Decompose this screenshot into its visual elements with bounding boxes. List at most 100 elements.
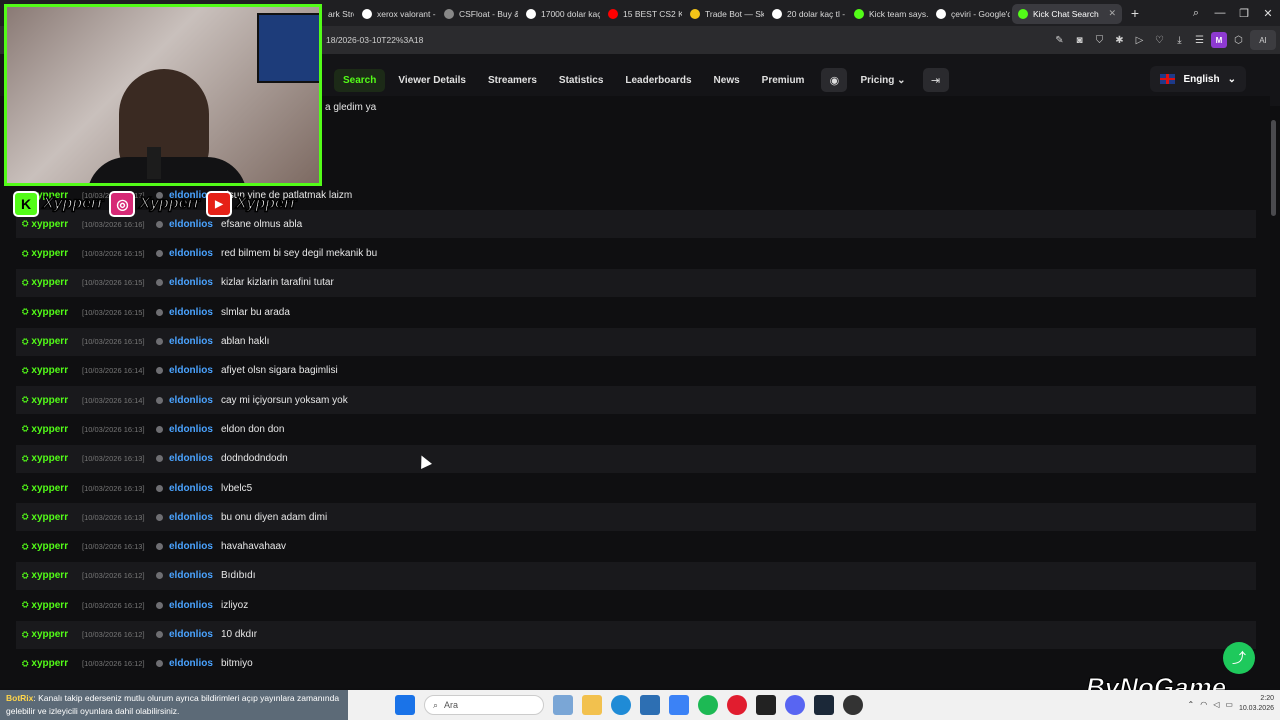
discord-icon[interactable]: ◉ bbox=[821, 68, 848, 92]
chat-row[interactable]: ⛭ xypperr [10/03/2026 16:15] eldonlios ablan… bbox=[16, 327, 1256, 356]
chat-row[interactable]: ⛭ xypperr [10/03/2026 16:12] eldonlios Bıdıb… bbox=[16, 561, 1256, 590]
nav-streamers[interactable]: Streamers bbox=[479, 69, 546, 92]
username[interactable]: eldonlios bbox=[169, 365, 221, 376]
url-field[interactable]: 18/2026-03-10T22%3A18 bbox=[326, 35, 423, 45]
browser-tab[interactable]: Kick Chat Search ✕ bbox=[1012, 3, 1122, 24]
chat-row[interactable]: ⛭ xypperr [10/03/2026 16:12] eldonlios 10 dk… bbox=[16, 620, 1256, 649]
minimize-button[interactable]: — bbox=[1208, 7, 1232, 19]
nav-pricing[interactable]: Pricing ⌄ bbox=[851, 69, 914, 92]
username[interactable]: eldonlios bbox=[169, 219, 221, 230]
nav-statistics[interactable]: Statistics bbox=[550, 69, 612, 92]
chat-row[interactable]: ⛭ xypperr [10/03/2026 16:14] eldonlios afiye… bbox=[16, 357, 1256, 385]
username[interactable]: eldonlios bbox=[169, 453, 221, 464]
chat-row[interactable]: ⛭ xypperr [10/03/2026 16:13] eldonlios bu on… bbox=[16, 503, 1256, 532]
obs-icon[interactable] bbox=[756, 695, 776, 715]
opera-gx-icon[interactable] bbox=[727, 695, 747, 715]
file-explorer-icon[interactable] bbox=[582, 695, 602, 715]
channel-name[interactable]: ⛭xypperr bbox=[16, 219, 82, 230]
settings-icon[interactable]: ⬡ bbox=[1230, 30, 1247, 50]
channel-name[interactable]: ⛭xypperr bbox=[16, 600, 82, 611]
extension-icon[interactable]: ✱ bbox=[1111, 30, 1128, 50]
channel-name[interactable]: ⛭xypperr bbox=[16, 277, 82, 288]
channel-name[interactable]: ⛭xypperr bbox=[16, 307, 82, 318]
close-tab-icon[interactable]: ✕ bbox=[1108, 8, 1116, 19]
channel-name[interactable]: ⛭xypperr bbox=[16, 248, 82, 259]
username[interactable]: eldonlios bbox=[169, 395, 221, 406]
username[interactable]: eldonlios bbox=[169, 248, 221, 259]
scrollbar[interactable] bbox=[1270, 60, 1278, 680]
channel-name[interactable]: ⛭xypperr bbox=[16, 424, 82, 435]
channel-name[interactable]: ⛭xypperr bbox=[16, 629, 82, 640]
username[interactable]: eldonlios bbox=[169, 307, 221, 318]
browser-tab[interactable]: 15 BEST CS2 Knife bbox=[602, 4, 682, 24]
windows-start-icon[interactable] bbox=[395, 695, 415, 715]
app-icon[interactable] bbox=[669, 695, 689, 715]
browser-tab[interactable]: xerox valorant - G bbox=[356, 4, 436, 24]
chat-row[interactable]: ⛭ xypperr [10/03/2026 16:14] eldonlios cay m… bbox=[16, 386, 1256, 415]
channel-name[interactable]: ⛭xypperr bbox=[16, 395, 82, 406]
username[interactable]: eldonlios bbox=[169, 424, 221, 435]
wifi-icon[interactable]: ◠ bbox=[1200, 700, 1207, 709]
chat-row[interactable]: ⛭ xypperr [10/03/2026 16:15] eldonlios red b… bbox=[16, 240, 1256, 268]
battery-icon[interactable]: ▭ bbox=[1225, 700, 1233, 709]
share-button[interactable]: ⤴ bbox=[1223, 642, 1255, 674]
volume-icon[interactable]: ◁ bbox=[1213, 700, 1219, 709]
nav-premium[interactable]: Premium bbox=[753, 69, 814, 92]
browser-tab[interactable]: ark Stre bbox=[322, 4, 354, 24]
download-icon[interactable]: ⤓ bbox=[1171, 30, 1188, 50]
chat-row[interactable]: ⛭ xypperr [10/03/2026 16:15] eldonlios kizla… bbox=[16, 268, 1256, 297]
chat-row[interactable]: ⛭ xypperr [10/03/2026 16:13] eldonlios eldon… bbox=[16, 415, 1256, 443]
username[interactable]: eldonlios bbox=[169, 570, 221, 581]
profile-avatar[interactable]: M bbox=[1211, 32, 1227, 48]
browser-tab[interactable]: Kick team says... bbox=[848, 4, 928, 24]
chat-row[interactable]: ⛭ xypperr [10/03/2026 16:13] eldonlios dodnd… bbox=[16, 444, 1256, 473]
channel-name[interactable]: ⛭xypperr bbox=[16, 541, 82, 552]
game-icon[interactable] bbox=[843, 695, 863, 715]
channel-name[interactable]: ⛭xypperr bbox=[16, 512, 82, 523]
username[interactable]: eldonlios bbox=[169, 629, 221, 640]
chat-row[interactable]: ⛭ xypperr [10/03/2026 16:13] eldonlios havah… bbox=[16, 533, 1256, 561]
username[interactable]: eldonlios bbox=[169, 541, 221, 552]
channel-name[interactable]: ⛭xypperr bbox=[16, 570, 82, 581]
chat-row[interactable]: ⛭ xypperr [10/03/2026 16:15] eldonlios slmla… bbox=[16, 298, 1256, 326]
favorite-icon[interactable]: ♡ bbox=[1151, 30, 1168, 50]
widgets-icon[interactable] bbox=[553, 695, 573, 715]
username[interactable]: eldonlios bbox=[169, 483, 221, 494]
chevron-up-icon[interactable]: ⌃ bbox=[1188, 700, 1195, 709]
nav-leaderboards[interactable]: Leaderboards bbox=[616, 69, 700, 92]
play-icon[interactable]: ▷ bbox=[1131, 30, 1148, 50]
browser-tab[interactable]: Trade Bot — Skins bbox=[684, 4, 764, 24]
chat-row[interactable]: ⛭ xypperr [10/03/2026 16:12] eldonlios bitmi… bbox=[16, 650, 1256, 678]
clock[interactable]: 2:20 10.03.2026 bbox=[1239, 694, 1274, 714]
maximize-button[interactable]: ❐ bbox=[1232, 7, 1256, 20]
search-tabs-icon[interactable]: ⌕ bbox=[1184, 7, 1208, 20]
chat-row[interactable]: ⛭ xypperr [10/03/2026 16:13] eldonlios lvbel… bbox=[16, 474, 1256, 502]
scrollbar-thumb[interactable] bbox=[1271, 120, 1276, 216]
nav-viewer-details[interactable]: Viewer Details bbox=[389, 69, 475, 92]
browser-tab[interactable]: çeviri - Google'da bbox=[930, 4, 1010, 24]
browser-tab[interactable]: CSFloat - Buy & S bbox=[438, 4, 518, 24]
close-window-button[interactable]: ✕ bbox=[1256, 7, 1280, 20]
spotify-icon[interactable] bbox=[698, 695, 718, 715]
channel-name[interactable]: ⛭xypperr bbox=[16, 483, 82, 494]
login-icon[interactable]: ⇥ bbox=[922, 68, 949, 92]
language-selector[interactable]: English ⌄ bbox=[1150, 66, 1246, 92]
username[interactable]: eldonlios bbox=[169, 658, 221, 669]
edge-browser-icon[interactable] bbox=[611, 695, 631, 715]
store-icon[interactable] bbox=[640, 695, 660, 715]
username[interactable]: eldonlios bbox=[169, 336, 221, 347]
nav-search[interactable]: Search bbox=[334, 68, 386, 92]
channel-name[interactable]: ⛭xypperr bbox=[16, 453, 82, 464]
username[interactable]: eldonlios bbox=[169, 600, 221, 611]
channel-name[interactable]: ⛭xypperr bbox=[16, 336, 82, 347]
browser-tab[interactable]: 17000 dolar kaç tl bbox=[520, 4, 600, 24]
shield-icon[interactable]: ⛉ bbox=[1091, 30, 1108, 50]
channel-name[interactable]: ⛭xypperr bbox=[16, 658, 82, 669]
chat-row[interactable]: ⛭ xypperr [10/03/2026 16:12] eldonlios izliy… bbox=[16, 591, 1256, 619]
nav-news[interactable]: News bbox=[705, 69, 749, 92]
steam-icon[interactable] bbox=[814, 695, 834, 715]
channel-name[interactable]: ⛭xypperr bbox=[16, 365, 82, 376]
browser-tab[interactable]: 20 dolar kaç tl - G bbox=[766, 4, 846, 24]
menu-icon[interactable]: ☰ bbox=[1191, 30, 1208, 50]
ai-button[interactable]: AI bbox=[1250, 30, 1276, 50]
